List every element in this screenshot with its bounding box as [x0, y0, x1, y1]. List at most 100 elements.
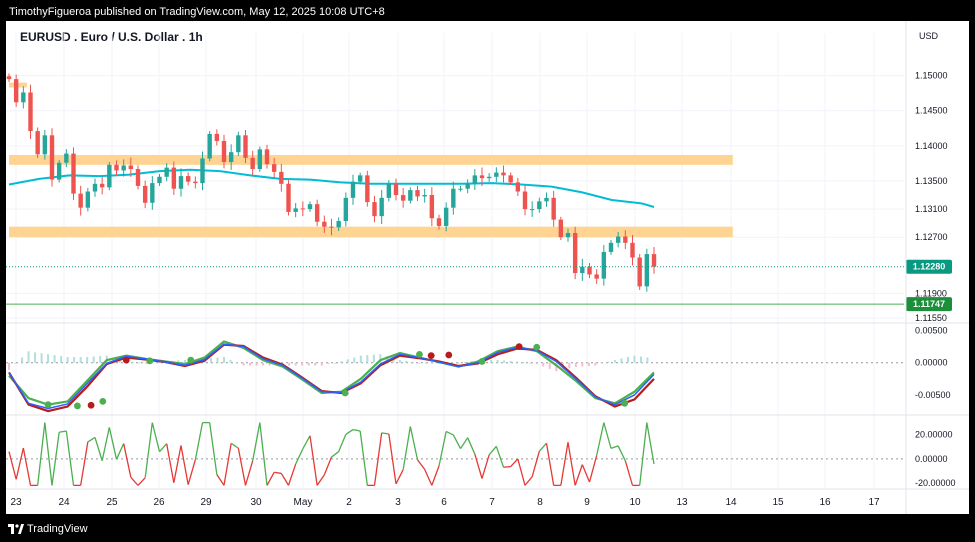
screenshot-frame: TimothyFigueroa published on TradingView… [0, 0, 975, 542]
candle-body [372, 202, 377, 217]
candle-body [458, 188, 463, 190]
osc1-histogram-bar [424, 362, 427, 364]
candle-body [214, 133, 220, 141]
candle-body [185, 176, 191, 182]
osc1-histogram-bar [613, 359, 616, 363]
osc2-tick-label: 0.00000 [915, 454, 948, 464]
candle-body [293, 208, 298, 212]
osc1-histogram-bar [262, 362, 265, 366]
osc1-histogram-bar [73, 357, 76, 363]
x-tick-label: 24 [58, 497, 70, 508]
osc1-histogram-bar [294, 362, 297, 366]
osc1-histogram-bar [587, 362, 590, 367]
osc1-histogram-bar [405, 360, 408, 363]
candle-body [479, 175, 485, 179]
osc1-histogram-bar [27, 351, 30, 363]
candle-body [501, 172, 506, 176]
osc1-histogram-bar [21, 357, 24, 363]
osc1-histogram-bar [496, 359, 499, 363]
osc1-histogram-bar [607, 361, 610, 363]
tradingview-logo-icon [8, 524, 24, 534]
x-tick-label: 26 [153, 497, 165, 508]
candle-body [85, 191, 91, 208]
candle-body [558, 219, 564, 238]
x-tick-label: 8 [537, 497, 543, 508]
candle-body [623, 236, 628, 243]
candle-body [357, 175, 363, 182]
candle-body [49, 135, 55, 180]
candle-body [56, 162, 62, 180]
tradingview-brand[interactable]: TradingView [8, 522, 88, 536]
osc1-crossover-dot [621, 399, 629, 407]
candle-body [429, 195, 435, 219]
candle-body [565, 232, 571, 238]
osc1-histogram-bar [646, 357, 649, 363]
candle-body [128, 165, 134, 170]
osc1-crossover-dot [515, 343, 523, 351]
osc1-histogram-bar [340, 361, 343, 363]
candle-body [615, 236, 621, 243]
osc1-histogram-bar [314, 362, 317, 366]
osc1-histogram-bar [353, 357, 356, 363]
candle-body [279, 171, 284, 184]
chart-svg[interactable]: EURUSD . Euro / U.S. Dollar . 1h USD 1.1… [6, 21, 969, 514]
candle-body [307, 204, 313, 210]
candle-body [171, 167, 177, 189]
osc1-histogram-bar [86, 357, 89, 363]
brand-label: TradingView [27, 523, 88, 535]
osc1-histogram-bar [529, 362, 532, 364]
osc1-histogram-bar [66, 357, 69, 363]
osc2-tick-label: -20.00000 [915, 478, 956, 488]
price-tick-label: 1.14000 [915, 141, 948, 151]
osc1-crossover-dot [445, 351, 453, 359]
chart-panel[interactable]: EURUSD . Euro / U.S. Dollar . 1h USD 1.1… [6, 21, 969, 514]
candle-body [343, 197, 349, 222]
price-zone-rect [9, 226, 733, 238]
candle-body [193, 181, 198, 184]
x-tick-label: 14 [725, 497, 737, 508]
candle-body [336, 221, 341, 228]
osc1-histogram-bar [249, 362, 252, 366]
candle-body [393, 183, 399, 196]
osc1-histogram-bar [301, 362, 304, 366]
currency-label[interactable]: USD [919, 31, 939, 41]
osc1-histogram-bar [40, 353, 43, 363]
candle-body [64, 153, 69, 163]
osc1-histogram-bar [574, 362, 577, 367]
candle-body [400, 195, 406, 201]
candle-body [207, 133, 212, 159]
osc1-crossover-dot [87, 401, 95, 409]
candle-body [42, 135, 48, 155]
osc1-tick-label: 0.00500 [915, 326, 948, 336]
x-tick-label: 30 [250, 497, 262, 508]
candle-body [286, 183, 291, 212]
x-tick-label: 10 [629, 497, 641, 508]
osc1-crossover-dot [478, 358, 486, 365]
candle-body [271, 164, 277, 172]
candle-body [257, 149, 263, 170]
x-tick-label: 6 [441, 497, 447, 508]
osc1-histogram-bar [8, 362, 10, 370]
candle-body [92, 183, 98, 192]
candle-body [322, 221, 327, 227]
osc1-histogram-bar [431, 362, 434, 364]
candle-body [608, 242, 614, 252]
candle-body [21, 92, 26, 103]
candle-body [314, 204, 320, 222]
osc1-histogram-bar [398, 359, 401, 363]
osc1-histogram-bar [346, 359, 349, 363]
candle-body [142, 185, 148, 203]
candle-body [544, 197, 549, 202]
osc1-crossover-dot [99, 398, 107, 405]
candle-body [508, 175, 513, 183]
osc1-crossover-dot [187, 356, 195, 364]
osc1-histogram-bar [633, 355, 636, 363]
price-tick-label: 1.14500 [915, 106, 948, 116]
candle-body [164, 167, 169, 177]
osc1-histogram-bar [490, 359, 493, 363]
candle-body [178, 176, 184, 189]
candle-body [114, 164, 119, 171]
candle-body [78, 193, 83, 208]
candle-body [465, 183, 470, 189]
candle-body [601, 251, 607, 279]
